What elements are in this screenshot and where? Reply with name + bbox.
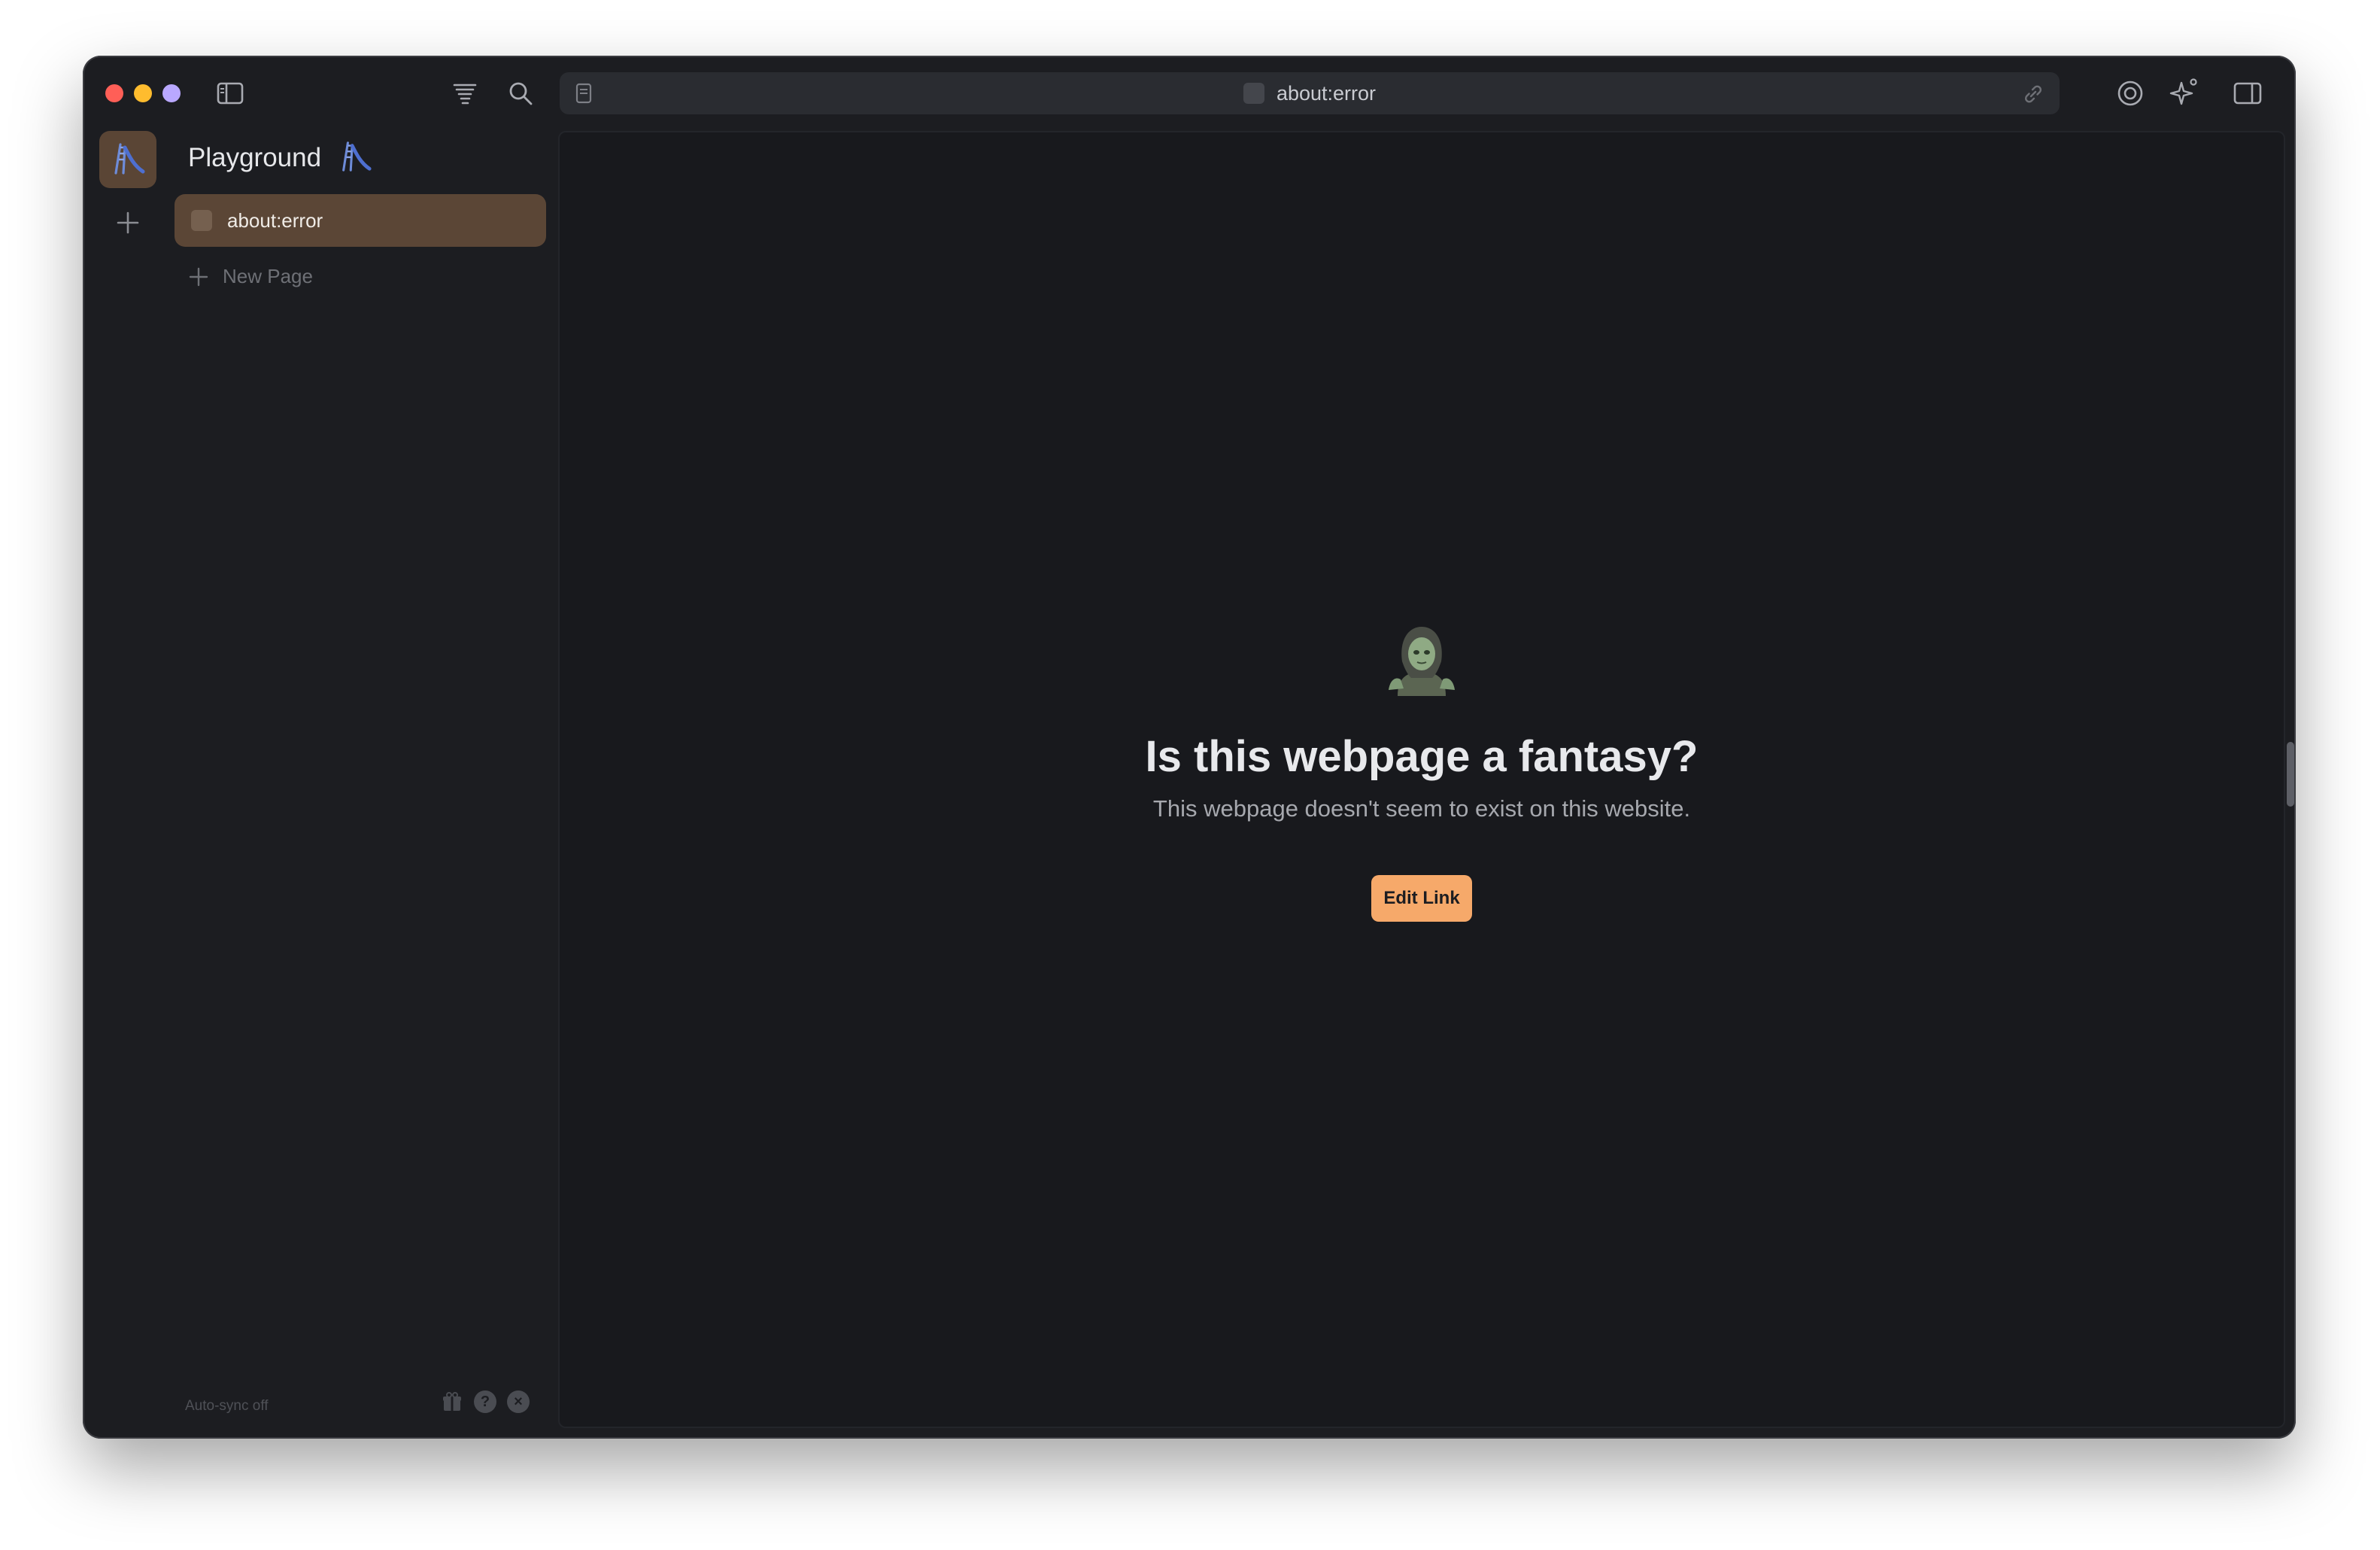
- sidebar-page-item[interactable]: about:error: [175, 194, 546, 247]
- title-bar: about:error: [83, 56, 2296, 131]
- space-avatar[interactable]: [99, 131, 156, 188]
- error-page: Is this webpage a fantasy? This webpage …: [560, 618, 2284, 922]
- tornado-icon[interactable]: [448, 77, 481, 110]
- space-title: Playground: [188, 142, 322, 172]
- sidebar-page-label: about:error: [227, 208, 323, 232]
- new-page-button[interactable]: New Page: [188, 265, 313, 288]
- web-content: Is this webpage a fantasy? This webpage …: [558, 131, 2285, 1428]
- help-icon[interactable]: ?: [474, 1390, 496, 1413]
- scrollbar-thumb[interactable]: [2287, 742, 2294, 807]
- close-circle-icon[interactable]: ×: [507, 1390, 530, 1413]
- error-message: This webpage doesn't seem to exist on th…: [1152, 795, 1691, 822]
- minimize-window-button[interactable]: [134, 84, 152, 102]
- add-space-button[interactable]: [111, 206, 144, 239]
- space-header[interactable]: Playground: [188, 138, 372, 177]
- sidebar-footer-icons: ? ×: [441, 1390, 530, 1413]
- plus-icon: [188, 266, 209, 287]
- edit-link-button[interactable]: Edit Link: [1371, 875, 1472, 922]
- close-window-button[interactable]: [105, 84, 123, 102]
- slide-icon: [338, 138, 372, 177]
- record-icon[interactable]: [2114, 77, 2147, 110]
- error-headline: Is this webpage a fantasy?: [1145, 732, 1698, 781]
- new-page-label: New Page: [223, 265, 313, 287]
- page-favicon: [191, 210, 212, 231]
- link-icon[interactable]: [2020, 81, 2046, 107]
- search-icon[interactable]: [504, 77, 537, 110]
- url-text[interactable]: about:error: [1277, 82, 1376, 105]
- sidebar-toggle-icon[interactable]: [215, 78, 245, 108]
- browser-window: about:error Playground about:error New P…: [83, 56, 2296, 1439]
- gift-icon[interactable]: [441, 1390, 463, 1413]
- right-panel-icon[interactable]: [2231, 78, 2264, 108]
- zombie-icon: [560, 618, 2284, 700]
- zoom-window-button[interactable]: [162, 84, 181, 102]
- sparkle-icon[interactable]: [2168, 75, 2201, 108]
- slide-icon: [110, 140, 146, 180]
- favicon-placeholder: [1243, 83, 1264, 104]
- sync-status[interactable]: Auto-sync off: [185, 1398, 269, 1415]
- address-bar[interactable]: about:error: [560, 72, 2060, 114]
